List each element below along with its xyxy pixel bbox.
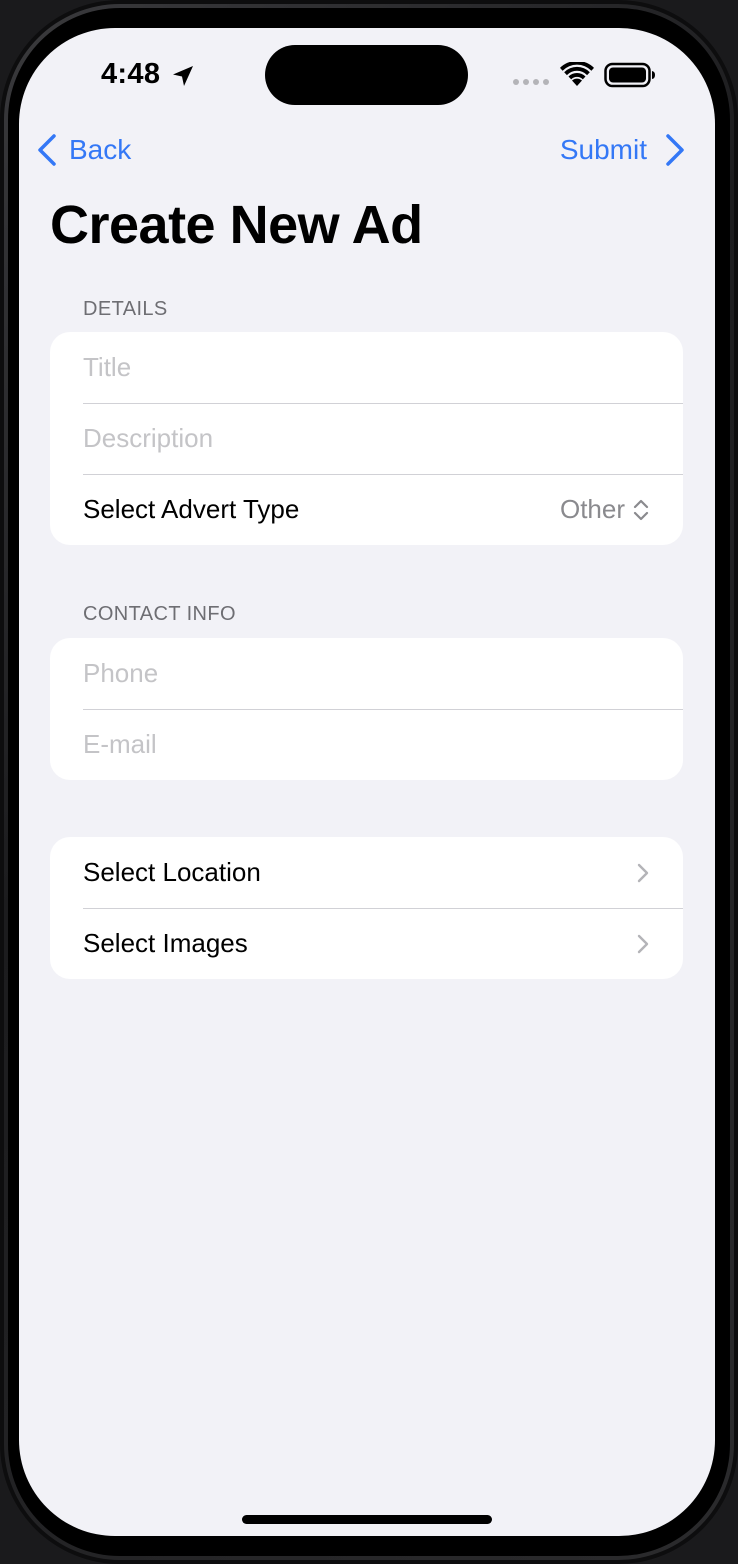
submit-button-label: Submit: [559, 134, 647, 165]
device-frame: 4:48 Back Submit Create New Ad DETAILS T…: [0, 0, 738, 1564]
submit-button[interactable]: Submit: [560, 132, 685, 168]
title-row: [50, 332, 683, 403]
links-group: Select Location Select Images: [50, 837, 683, 979]
details-group: Select Advert Type Other: [50, 332, 683, 545]
screen: 4:48 Back Submit Create New Ad DETAILS T…: [19, 28, 715, 1536]
phone-row: [50, 638, 683, 709]
contact-section-header: CONTACT INFO: [83, 603, 236, 625]
chevron-left-icon: [38, 134, 56, 166]
advert-type-picker[interactable]: Select Advert Type Other: [50, 474, 683, 545]
select-images-row[interactable]: Select Images: [50, 908, 683, 979]
up-down-chevron-icon: [633, 499, 649, 520]
advert-type-label: Select Advert Type: [83, 494, 300, 524]
back-button[interactable]: Back: [37, 132, 131, 168]
title-input[interactable]: [83, 352, 649, 383]
description-input[interactable]: [83, 423, 649, 454]
email-input[interactable]: [83, 729, 649, 760]
chevron-right-icon: [637, 934, 649, 953]
advert-type-value: Other: [559, 494, 625, 524]
back-button-label: Back: [69, 134, 132, 165]
select-location-row[interactable]: Select Location: [50, 837, 683, 908]
battery-icon: [604, 62, 655, 88]
description-row: [50, 403, 683, 474]
select-location-label: Select Location: [83, 857, 261, 887]
chevron-right-icon: [666, 134, 684, 166]
details-section-header: DETAILS: [83, 298, 168, 320]
dynamic-island: [265, 45, 468, 105]
select-images-label: Select Images: [83, 928, 248, 958]
page-title: Create New Ad: [50, 195, 423, 255]
email-row: [50, 709, 683, 780]
chevron-right-icon: [637, 863, 649, 882]
status-time: 4:48: [101, 58, 161, 90]
wifi-icon: [560, 62, 594, 86]
cellular-signal-icon: [513, 79, 549, 85]
advert-type-value-container: Other: [560, 494, 649, 525]
home-indicator[interactable]: [242, 1515, 492, 1524]
contact-group: [50, 638, 683, 780]
phone-input[interactable]: [83, 658, 649, 689]
location-arrow-icon: [173, 66, 193, 86]
